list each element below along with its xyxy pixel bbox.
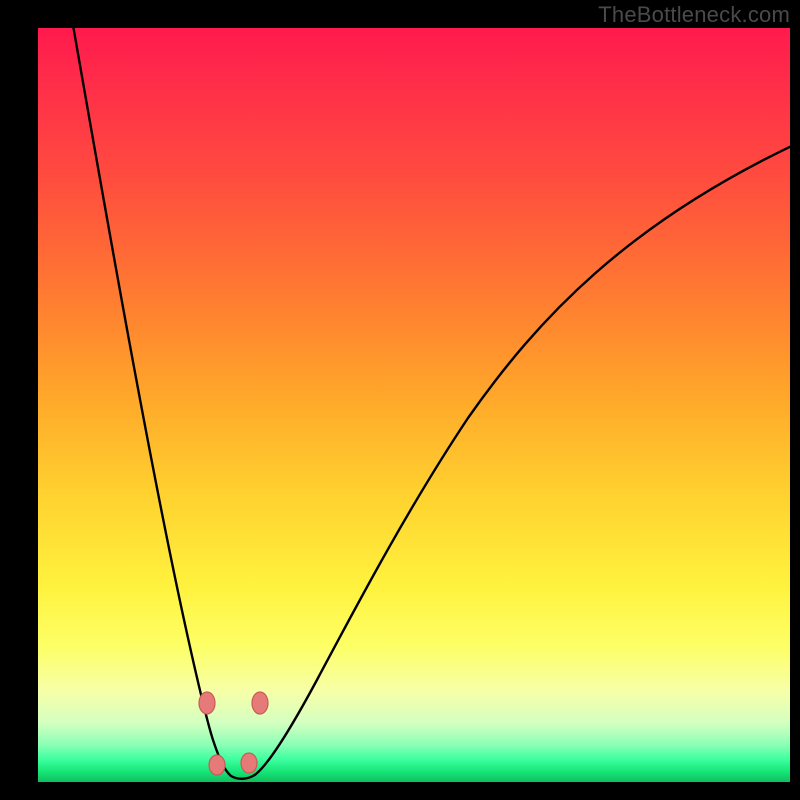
marker-lower-left <box>209 755 225 775</box>
curve-path <box>70 28 790 779</box>
marker-upper-right <box>252 692 268 714</box>
marker-lower-right <box>241 753 257 773</box>
watermark-text: TheBottleneck.com <box>598 2 790 28</box>
plot-area <box>38 28 790 782</box>
curve-markers <box>199 692 268 775</box>
marker-upper-left <box>199 692 215 714</box>
chart-frame: TheBottleneck.com <box>0 0 800 800</box>
bottleneck-curve <box>38 28 790 782</box>
